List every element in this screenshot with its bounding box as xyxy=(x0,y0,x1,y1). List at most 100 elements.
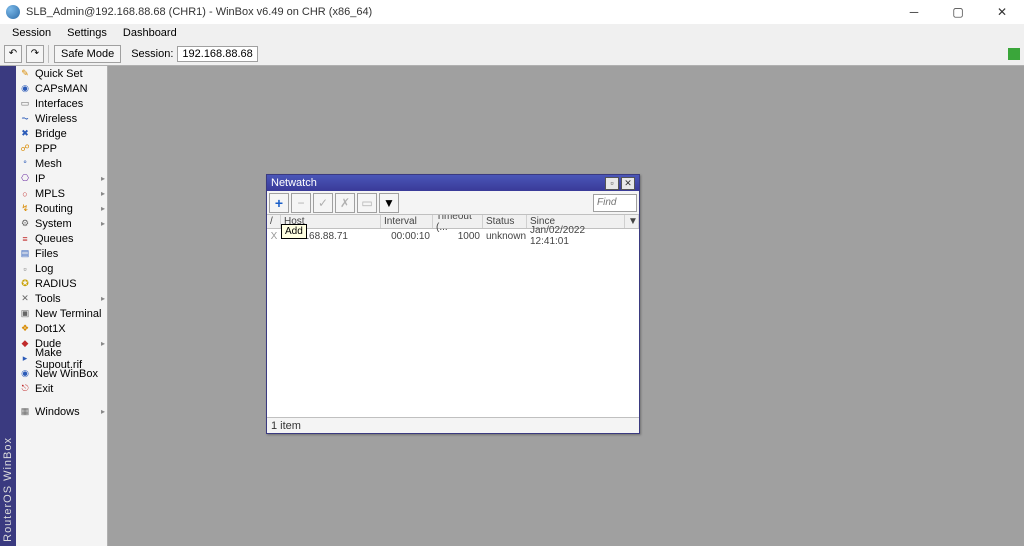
remove-button[interactable]: − xyxy=(291,193,311,213)
workspace: Netwatch ▫ ✕ + − ✓ ✗ ▭ ▼ Add / Host I xyxy=(108,66,1024,546)
ppp-icon: ☍ xyxy=(19,143,31,155)
disable-button[interactable]: ✗ xyxy=(335,193,355,213)
menu-session[interactable]: Session xyxy=(4,25,59,41)
sidebar-item-dot1x[interactable]: ❖Dot1X xyxy=(16,321,107,336)
col-status[interactable]: Status xyxy=(483,215,527,228)
sidebar-item-log[interactable]: ▫ Log xyxy=(16,261,107,276)
close-button[interactable]: ✕ xyxy=(980,0,1024,24)
sidebar-item-windows[interactable]: ▦ Windows ▸ xyxy=(16,404,107,419)
table-row[interactable]: X 192.168.88.71 00:00:10 1000 unknown Ja… xyxy=(267,229,639,243)
sidebar-item-routing[interactable]: ↯Routing▸ xyxy=(16,201,107,216)
window-title: SLB_Admin@192.168.88.68 (CHR1) - WinBox … xyxy=(26,6,372,18)
sidebar-item-make-supout-rif[interactable]: ▸Make Supout.rif xyxy=(16,351,107,366)
sidebar-item-label: PPP xyxy=(35,143,57,155)
files-icon: ▤ xyxy=(19,248,31,260)
sidebar-item-queues[interactable]: ≡ Queues xyxy=(16,231,107,246)
app-icon xyxy=(6,5,20,19)
col-timeout[interactable]: Timeout (... xyxy=(433,215,483,228)
sidebar-item-exit[interactable]: ⎋ Exit xyxy=(16,381,107,396)
sidebar-item-bridge[interactable]: ✖Bridge xyxy=(16,126,107,141)
sidebar-item-wireless[interactable]: ⏦ Wireless xyxy=(16,111,107,126)
sidebar-item-label: Quick Set xyxy=(35,68,83,80)
undo-button[interactable]: ↶ xyxy=(4,45,22,63)
exit-icon: ⎋ xyxy=(19,383,31,395)
sidebar-item-label: IP xyxy=(35,173,45,185)
sidebar-item-mpls[interactable]: ○MPLS▸ xyxy=(16,186,107,201)
dude-icon: ◆ xyxy=(19,338,31,350)
filter-button[interactable]: ▼ xyxy=(379,193,399,213)
mpls-icon: ○ xyxy=(19,188,31,200)
sidebar-item-system[interactable]: ⚙System▸ xyxy=(16,216,107,231)
netwatch-minimize-button[interactable]: ▫ xyxy=(605,177,619,190)
wireless-icon: ⏦ xyxy=(19,113,31,125)
sidebar-item-new-terminal[interactable]: ▣New Terminal xyxy=(16,306,107,321)
menu-settings[interactable]: Settings xyxy=(59,25,115,41)
submenu-arrow-icon: ▸ xyxy=(101,407,105,416)
radius-icon: ✪ xyxy=(19,278,31,290)
sidebar-item-label: MPLS xyxy=(35,188,65,200)
sidebar-item-label: Interfaces xyxy=(35,98,83,110)
sidebar-item-label: Queues xyxy=(35,233,74,245)
sidebar-item-tools[interactable]: ✕Tools▸ xyxy=(16,291,107,306)
minimize-button[interactable]: ─ xyxy=(892,0,936,24)
sidebar-item-label: Windows xyxy=(35,406,80,418)
tools-icon: ✕ xyxy=(19,293,31,305)
netwatch-title: Netwatch xyxy=(271,177,603,189)
sidebar: ✎ Quick Set◉CAPsMAN▭Interfaces ⏦ Wireless✖B… xyxy=(16,66,108,546)
cell-since: Jan/02/2022 12:41:01 xyxy=(527,229,625,243)
menu-dashboard[interactable]: Dashboard xyxy=(115,25,185,41)
sidebar-item-label: New WinBox xyxy=(35,368,98,380)
netwatch-statusbar: 1 item xyxy=(267,417,639,433)
connection-flag-icon xyxy=(1008,48,1020,60)
add-button[interactable]: + xyxy=(269,193,289,213)
brand-bar: RouterOS WinBox xyxy=(0,66,16,546)
maximize-button[interactable]: ▢ xyxy=(936,0,980,24)
find-input[interactable] xyxy=(593,194,637,212)
new-winbox-icon: ◉ xyxy=(19,368,31,380)
sidebar-item-label: Bridge xyxy=(35,128,67,140)
quick-set-icon: ✎ xyxy=(19,68,31,80)
col-dropdown[interactable]: ▼ xyxy=(625,215,639,228)
sidebar-item-capsman[interactable]: ◉CAPsMAN xyxy=(16,81,107,96)
log-icon: ▫ xyxy=(19,263,31,275)
sidebar-item-interfaces[interactable]: ▭Interfaces xyxy=(16,96,107,111)
cell-timeout: 1000 xyxy=(433,229,483,243)
sidebar-item-label: Files xyxy=(35,248,58,260)
sidebar-item-label: Tools xyxy=(35,293,61,305)
netwatch-close-button[interactable]: ✕ xyxy=(621,177,635,190)
make-supout-rif-icon: ▸ xyxy=(19,353,31,365)
mesh-icon: ° xyxy=(19,158,31,170)
system-icon: ⚙ xyxy=(19,218,31,230)
sidebar-item-label: Mesh xyxy=(35,158,62,170)
app-toolbar: ↶ ↷ Safe Mode Session: 192.168.88.68 xyxy=(0,42,1024,66)
redo-button[interactable]: ↷ xyxy=(26,45,44,63)
netwatch-window: Netwatch ▫ ✕ + − ✓ ✗ ▭ ▼ Add / Host I xyxy=(266,174,640,434)
cell-interval: 00:00:10 xyxy=(381,229,433,243)
submenu-arrow-icon: ▸ xyxy=(101,174,105,183)
sidebar-item-label: Dot1X xyxy=(35,323,66,335)
enable-button[interactable]: ✓ xyxy=(313,193,333,213)
sidebar-item-new-winbox[interactable]: ◉ New WinBox xyxy=(16,366,107,381)
sidebar-item-quick-set[interactable]: ✎ Quick Set xyxy=(16,66,107,81)
comment-button[interactable]: ▭ xyxy=(357,193,377,213)
sidebar-item-ip[interactable]: ⎔IP▸ xyxy=(16,171,107,186)
sidebar-item-label: New Terminal xyxy=(35,308,101,320)
sidebar-item-label: Log xyxy=(35,263,53,275)
sidebar-item-label: Routing xyxy=(35,203,73,215)
safe-mode-button[interactable]: Safe Mode xyxy=(54,45,121,63)
netwatch-body: / Host Interval Timeout (... Status Sinc… xyxy=(267,215,639,417)
sidebar-item-label: Wireless xyxy=(35,113,77,125)
sidebar-item-mesh[interactable]: ° Mesh xyxy=(16,156,107,171)
sidebar-item-label: RADIUS xyxy=(35,278,77,290)
col-interval[interactable]: Interval xyxy=(381,215,433,228)
submenu-arrow-icon: ▸ xyxy=(101,219,105,228)
sidebar-item-radius[interactable]: ✪ RADIUS xyxy=(16,276,107,291)
queues-icon: ≡ xyxy=(19,233,31,245)
sidebar-item-files[interactable]: ▤ Files xyxy=(16,246,107,261)
netwatch-titlebar[interactable]: Netwatch ▫ ✕ xyxy=(267,175,639,191)
brand-text: RouterOS WinBox xyxy=(2,433,14,546)
app-menu: Session Settings Dashboard xyxy=(0,24,1024,42)
sidebar-item-label: Exit xyxy=(35,383,53,395)
sidebar-item-ppp[interactable]: ☍ PPP xyxy=(16,141,107,156)
col-flag[interactable]: / xyxy=(267,215,281,228)
